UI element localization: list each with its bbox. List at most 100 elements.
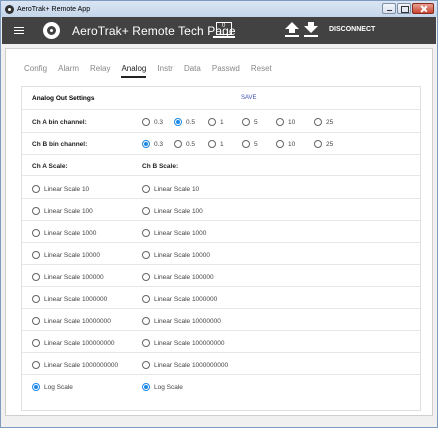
tab-instr[interactable]: Instr — [157, 64, 173, 78]
ch-a-scale-radio[interactable]: Linear Scale 1000000000 — [32, 361, 118, 369]
ch-a-scale-radio[interactable]: Log Scale — [32, 383, 73, 391]
radio-label: 0.3 — [154, 140, 164, 148]
ch-b-bin-radio-10[interactable]: 10 — [276, 140, 295, 148]
window-title: AeroTrak+ Remote App — [17, 5, 91, 13]
ch-a-bin-radio-5[interactable]: 5 — [242, 118, 258, 126]
tab-passwd[interactable]: Passwd — [212, 64, 240, 78]
radio-label: 5 — [254, 118, 258, 126]
radio-circle-icon[interactable] — [32, 273, 40, 281]
row-divider — [22, 308, 420, 309]
ch-b-scale-radio[interactable]: Log Scale — [142, 383, 183, 391]
ch-b-scale-radio[interactable]: Linear Scale 1000000000 — [142, 361, 228, 369]
radio-circle-icon[interactable] — [208, 118, 216, 126]
radio-circle-icon[interactable] — [142, 185, 150, 193]
radio-circle-icon[interactable] — [32, 229, 40, 237]
radio-circle-icon[interactable] — [32, 185, 40, 193]
radio-circle-icon[interactable] — [242, 140, 250, 148]
radio-circle-icon[interactable] — [142, 317, 150, 325]
ch-b-scale-radio[interactable]: Linear Scale 10000 — [142, 251, 210, 259]
radio-label: Linear Scale 1000000 — [44, 295, 108, 303]
ch-b-bin-radio-5[interactable]: 5 — [242, 140, 258, 148]
radio-circle-icon[interactable] — [142, 383, 150, 391]
ch-a-scale-radio[interactable]: Linear Scale 100000000 — [32, 339, 114, 347]
tab-alarm[interactable]: Alarm — [58, 64, 79, 78]
radio-circle-icon[interactable] — [314, 140, 322, 148]
disconnect-button[interactable]: DISCONNECT — [329, 26, 375, 33]
radio-label: 1 — [220, 140, 224, 148]
tab-analog[interactable]: Analog — [121, 64, 147, 78]
ch-a-scale-radio[interactable]: Linear Scale 100000 — [32, 273, 104, 281]
ch-a-bin-radio-1[interactable]: 1 — [208, 118, 224, 126]
radio-label: Linear Scale 10000000 — [44, 317, 111, 325]
upload-icon[interactable] — [285, 22, 299, 38]
ch-a-scale-radio[interactable]: Linear Scale 1000000 — [32, 295, 107, 303]
radio-circle-icon[interactable] — [32, 317, 40, 325]
radio-circle-icon[interactable] — [32, 295, 40, 303]
ch-a-scale-radio[interactable]: Linear Scale 1000 — [32, 229, 96, 237]
ch-b-scale-radio[interactable]: Linear Scale 10 — [142, 185, 199, 193]
ch-a-scale-radio[interactable]: Linear Scale 10000000 — [32, 317, 111, 325]
radio-circle-icon[interactable] — [142, 140, 150, 148]
ch-b-bin-radio-0.3[interactable]: 0.3 — [142, 140, 163, 148]
radio-circle-icon[interactable] — [32, 207, 40, 215]
app-title: AeroTrak+ Remote Tech Page — [72, 23, 236, 38]
radio-circle-icon[interactable] — [276, 118, 284, 126]
main-content: Config Alarm Relay Analog Instr Data Passwd Res… — [5, 48, 433, 416]
radio-circle-icon[interactable] — [142, 251, 150, 259]
radio-label: Linear Scale 100 — [44, 207, 93, 215]
ch-b-bin-radio-1[interactable]: 1 — [208, 140, 224, 148]
radio-circle-icon[interactable] — [32, 251, 40, 259]
radio-circle-icon[interactable] — [174, 140, 182, 148]
tab-data[interactable]: Data — [184, 64, 201, 78]
row-divider — [22, 264, 420, 265]
close-button[interactable] — [412, 3, 434, 14]
radio-circle-icon[interactable] — [208, 140, 216, 148]
ch-a-scale-radio[interactable]: Linear Scale 10 — [32, 185, 89, 193]
tab-config[interactable]: Config — [24, 64, 47, 78]
app-icon — [5, 4, 14, 14]
tab-relay[interactable]: Relay — [90, 64, 110, 78]
radio-circle-icon[interactable] — [314, 118, 322, 126]
radio-circle-icon[interactable] — [32, 383, 40, 391]
ch-b-scale-radio[interactable]: Linear Scale 100000000 — [142, 339, 224, 347]
radio-circle-icon[interactable] — [242, 118, 250, 126]
radio-circle-icon[interactable] — [142, 207, 150, 215]
ch-b-scale-radio[interactable]: Linear Scale 100 — [142, 207, 203, 215]
ch-b-scale-radio[interactable]: Linear Scale 10000000 — [142, 317, 221, 325]
tab-reset[interactable]: Reset — [251, 64, 272, 78]
radio-circle-icon[interactable] — [32, 339, 40, 347]
ch-b-scale-radio[interactable]: Linear Scale 1000000 — [142, 295, 217, 303]
menu-icon[interactable] — [14, 26, 24, 35]
save-button[interactable]: SAVE — [241, 95, 257, 101]
ch-a-bin-radio-10[interactable]: 10 — [276, 118, 295, 126]
tab-bar: Config Alarm Relay Analog Instr Data Passwd Res… — [24, 64, 283, 78]
radio-circle-icon[interactable] — [142, 295, 150, 303]
ch-a-scale-radio[interactable]: Linear Scale 10000 — [32, 251, 100, 259]
ch-a-bin-radio-25[interactable]: 25 — [314, 118, 333, 126]
radio-label: 0.3 — [154, 118, 164, 126]
radio-circle-icon[interactable] — [276, 140, 284, 148]
maximize-button[interactable] — [397, 3, 411, 14]
radio-label: 10 — [288, 118, 296, 126]
radio-label: 5 — [254, 140, 258, 148]
ch-b-scale-radio[interactable]: Linear Scale 100000 — [142, 273, 214, 281]
ch-a-bin-radio-0.3[interactable]: 0.3 — [142, 118, 163, 126]
radio-circle-icon[interactable] — [142, 229, 150, 237]
ch-b-bin-radio-0.5[interactable]: 0.5 — [174, 140, 195, 148]
ch-b-bin-radio-25[interactable]: 25 — [314, 140, 333, 148]
radio-label: 0.5 — [186, 140, 196, 148]
analog-out-settings-card: Analog Out Settings SAVE Ch A bin channe… — [21, 86, 421, 411]
download-icon[interactable] — [304, 22, 318, 38]
ch-a-bin-radio-0.5[interactable]: 0.5 — [174, 118, 195, 126]
radio-circle-icon[interactable] — [32, 361, 40, 369]
radio-circle-icon[interactable] — [142, 361, 150, 369]
row-divider — [22, 286, 420, 287]
ch-a-scale-radio[interactable]: Linear Scale 100 — [32, 207, 93, 215]
radio-circle-icon[interactable] — [142, 339, 150, 347]
ch-b-scale-radio[interactable]: Linear Scale 1000 — [142, 229, 206, 237]
radio-circle-icon[interactable] — [142, 118, 150, 126]
radio-circle-icon[interactable] — [174, 118, 182, 126]
minimize-button[interactable] — [382, 3, 396, 14]
radio-circle-icon[interactable] — [142, 273, 150, 281]
device-monitor-icon[interactable] — [216, 22, 232, 35]
